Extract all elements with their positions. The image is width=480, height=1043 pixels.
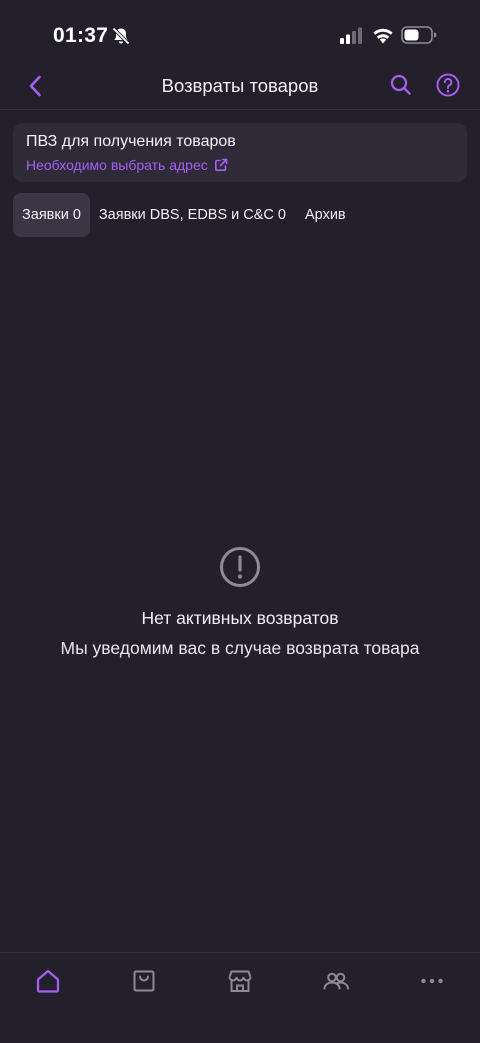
friends-icon (323, 972, 349, 990)
bottom-nav (0, 952, 480, 1043)
empty-state-title: Нет активных возвратов (141, 608, 339, 628)
store-icon (228, 970, 252, 992)
empty-state: Нет активных возвратов Мы уведомим вас в… (0, 546, 480, 659)
wifi-icon (373, 28, 393, 44)
nav-more[interactable] (418, 967, 446, 995)
pickup-point-card[interactable]: ПВЗ для получения товаров Необходимо выб… (13, 123, 467, 182)
tab-dbs-requests[interactable]: Заявки DBS, EDBS и C&C 0 (99, 193, 286, 237)
select-address-link[interactable]: Необходимо выбрать адрес (26, 157, 228, 173)
tab-requests[interactable]: Заявки 0 (13, 193, 90, 237)
external-link-icon (214, 158, 228, 171)
select-address-label: Необходимо выбрать адрес (26, 157, 208, 173)
search-button[interactable] (388, 72, 414, 98)
shopping-bag-icon (133, 970, 155, 992)
help-circle-icon (436, 73, 460, 97)
screen: 01:37 Возвраты товаров ПВЗ для получения… (0, 0, 480, 1043)
status-time: 01:37 (53, 24, 109, 47)
nav-home[interactable] (34, 967, 62, 995)
returns-tabs: Заявки 0 Заявки DBS, EDBS и C&C 0 Архив (13, 193, 346, 237)
nav-store[interactable] (226, 967, 254, 995)
status-bar: 01:37 (0, 0, 480, 70)
home-icon (36, 969, 60, 993)
app-header: Возвраты товаров (0, 62, 480, 110)
help-button[interactable] (435, 72, 461, 98)
search-icon (390, 74, 411, 95)
nav-cart[interactable] (130, 967, 158, 995)
more-icon (421, 978, 443, 984)
cellular-signal-icon (340, 27, 362, 44)
bell-slash-icon (112, 27, 130, 45)
battery-icon (401, 26, 437, 44)
nav-friends[interactable] (322, 967, 350, 995)
empty-state-subtitle: Мы уведомим вас в случае возврата товара (60, 638, 420, 658)
tab-archive[interactable]: Архив (305, 193, 346, 237)
alert-circle-icon (220, 547, 260, 587)
pickup-point-title: ПВЗ для получения товаров (26, 133, 236, 150)
